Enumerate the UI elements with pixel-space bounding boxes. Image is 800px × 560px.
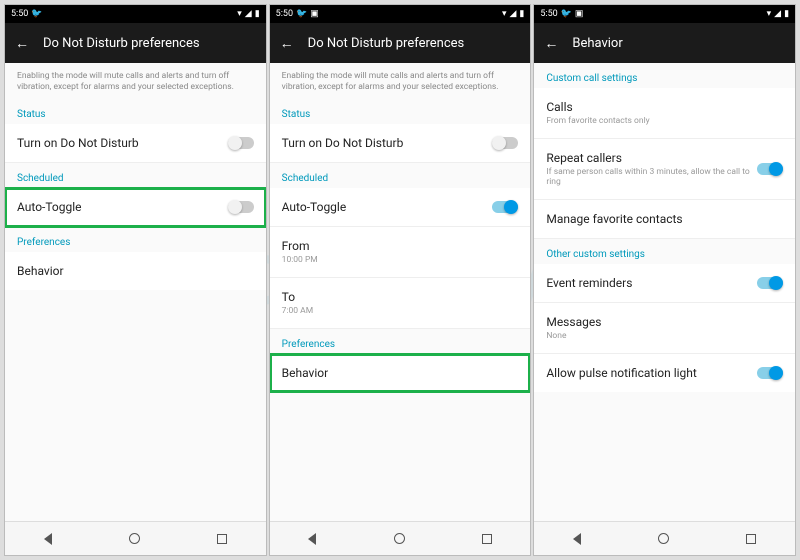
triptych: 5:50 🐦 ▾ ◢ ▮ ← Do Not Disturb preference… [0,0,800,560]
page-title: Do Not Disturb preferences [308,36,465,51]
nav-home-icon[interactable] [394,533,405,544]
row-to[interactable]: To 7:00 AM [270,278,531,329]
label: Manage favorite contacts [546,212,783,226]
battery-icon: ▮ [519,9,524,19]
image-icon: ▣ [575,9,584,19]
row-messages[interactable]: Messages None [534,303,795,354]
label: From [282,239,519,253]
battery-icon: ▮ [255,9,260,19]
description: Enabling the mode will mute calls and al… [5,63,266,99]
label: Turn on Do Not Disturb [282,136,493,150]
row-from[interactable]: From 10:00 PM [270,227,531,278]
section-custom-call: Custom call settings [534,63,795,88]
twitter-icon: 🐦 [31,9,42,19]
back-icon[interactable]: ← [544,35,558,52]
label: Allow pulse notification light [546,366,757,380]
nav-recent-icon[interactable] [482,534,492,544]
row-auto-toggle[interactable]: Auto-Toggle [5,188,266,227]
section-preferences: Preferences [270,329,531,354]
appbar: ← Do Not Disturb preferences [270,23,531,63]
row-calls[interactable]: Calls From favorite contacts only [534,88,795,139]
value: 7:00 AM [282,306,519,316]
row-behavior[interactable]: Behavior [5,252,266,290]
toggle-event[interactable] [757,277,783,289]
toggle-pulse[interactable] [757,367,783,379]
navbar [270,521,531,555]
value: 10:00 PM [282,255,519,265]
statusbar: 5:50 🐦 ▣ ▾ ◢ ▮ [270,5,531,23]
label: To [282,290,519,304]
statusbar: 5:50 🐦 ▣ ▾ ◢ ▮ [534,5,795,23]
label: Repeat callers [546,151,757,165]
clock: 5:50 [276,9,293,19]
row-manage-contacts[interactable]: Manage favorite contacts [534,200,795,239]
label: Messages [546,315,783,329]
wifi-icon: ▾ [767,9,772,19]
statusbar: 5:50 🐦 ▾ ◢ ▮ [5,5,266,23]
clock: 5:50 [540,9,557,19]
nav-home-icon[interactable] [129,533,140,544]
wifi-icon: ▾ [237,9,242,19]
row-behavior[interactable]: Behavior [270,354,531,392]
label: Turn on Do Not Disturb [17,136,228,150]
toggle-dnd[interactable] [228,137,254,149]
navbar [534,521,795,555]
label: Calls [546,100,783,114]
clock: 5:50 [11,9,28,19]
signal-icon: ◢ [774,9,781,19]
back-icon[interactable]: ← [15,35,29,52]
value: None [546,331,783,341]
label: Behavior [17,264,254,278]
row-auto-toggle[interactable]: Auto-Toggle [270,188,531,227]
section-status: Status [270,99,531,124]
wifi-icon: ▾ [502,9,507,19]
toggle-auto[interactable] [228,201,254,213]
image-icon: ▣ [310,9,319,19]
label: Auto-Toggle [17,200,228,214]
nav-back-icon[interactable] [573,533,581,545]
section-status: Status [5,99,266,124]
toggle-dnd[interactable] [492,137,518,149]
row-pulse-light[interactable]: Allow pulse notification light [534,354,795,392]
value: If same person calls within 3 minutes, a… [546,167,757,187]
nav-back-icon[interactable] [308,533,316,545]
description: Enabling the mode will mute calls and al… [270,63,531,99]
row-turn-on-dnd[interactable]: Turn on Do Not Disturb [5,124,266,163]
toggle-repeat[interactable] [757,163,783,175]
signal-icon: ◢ [509,9,516,19]
signal-icon: ◢ [245,9,252,19]
appbar: ← Do Not Disturb preferences [5,23,266,63]
page-title: Do Not Disturb preferences [43,36,200,51]
appbar: ← Behavior [534,23,795,63]
phone-3: 5:50 🐦 ▣ ▾ ◢ ▮ ← Behavior Custom call se… [533,4,796,556]
page-title: Behavior [572,36,622,51]
nav-recent-icon[interactable] [217,534,227,544]
section-scheduled: Scheduled [270,163,531,188]
value: From favorite contacts only [546,116,783,126]
phone-1: 5:50 🐦 ▾ ◢ ▮ ← Do Not Disturb preference… [4,4,267,556]
label: Behavior [282,366,519,380]
navbar [5,521,266,555]
phone-2: 5:50 🐦 ▣ ▾ ◢ ▮ ← Do Not Disturb preferen… [269,4,532,556]
section-preferences: Preferences [5,227,266,252]
nav-home-icon[interactable] [658,533,669,544]
twitter-icon: 🐦 [296,9,307,19]
nav-recent-icon[interactable] [746,534,756,544]
label: Auto-Toggle [282,200,493,214]
back-icon[interactable]: ← [280,35,294,52]
row-turn-on-dnd[interactable]: Turn on Do Not Disturb [270,124,531,163]
label: Event reminders [546,276,757,290]
row-event-reminders[interactable]: Event reminders [534,264,795,303]
battery-icon: ▮ [784,9,789,19]
section-scheduled: Scheduled [5,163,266,188]
row-repeat-callers[interactable]: Repeat callers If same person calls with… [534,139,795,200]
toggle-auto[interactable] [492,201,518,213]
section-other: Other custom settings [534,239,795,264]
twitter-icon: 🐦 [561,9,572,19]
nav-back-icon[interactable] [44,533,52,545]
